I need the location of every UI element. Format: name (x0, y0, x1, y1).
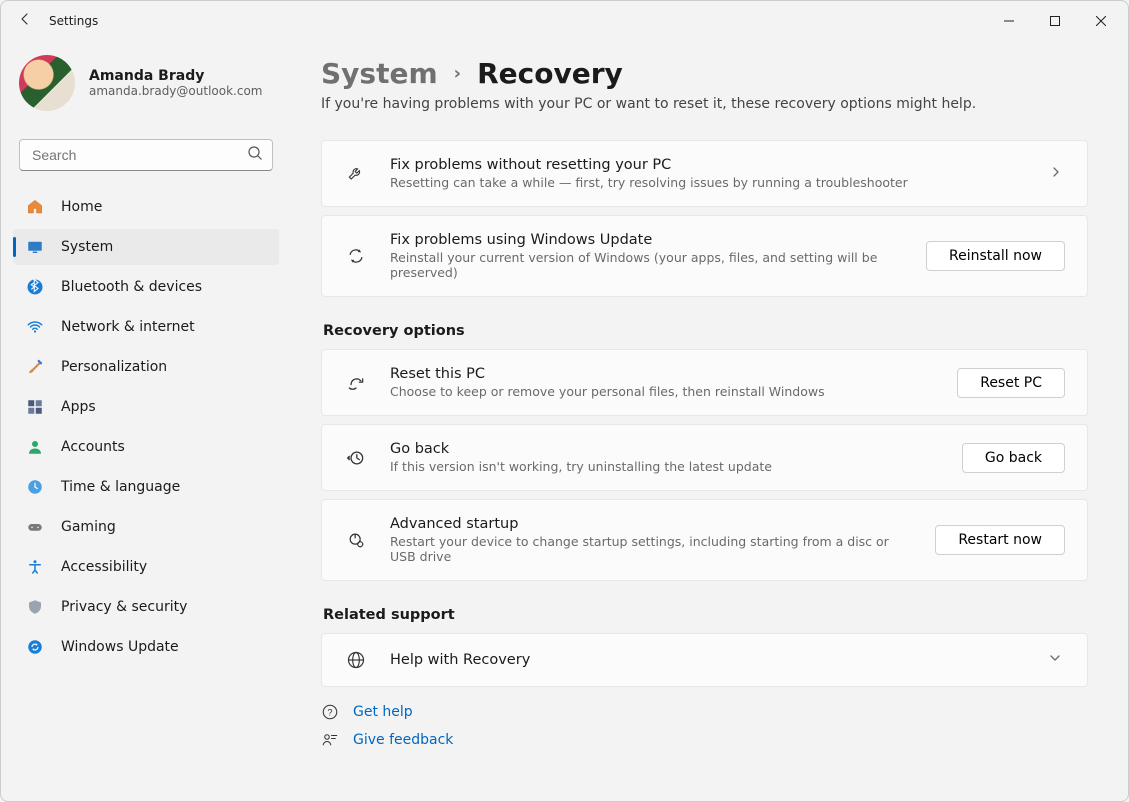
give-feedback-link[interactable]: Give feedback (353, 732, 453, 748)
svg-text:?: ? (327, 707, 332, 717)
card-title: Reset this PC (390, 366, 935, 382)
restart-now-button[interactable]: Restart now (935, 525, 1065, 555)
sidebar-item-label: Apps (61, 399, 96, 415)
sidebar-item-network-internet[interactable]: Network & internet (13, 309, 279, 345)
sidebar-item-label: Accessibility (61, 559, 147, 575)
wrench-icon (344, 164, 368, 184)
card-fix-problems-without-resetting-your-pc[interactable]: Fix problems without resetting your PC Re… (321, 140, 1088, 207)
section-recovery-title: Recovery options (323, 323, 1088, 339)
search-icon (247, 145, 263, 165)
page-subheading: If you're having problems with your PC o… (321, 96, 1088, 112)
sidebar-item-label: Home (61, 199, 102, 215)
nav-list: Home System Bluetooth & devices Network & i… (9, 189, 283, 665)
card-title: Fix problems using Windows Update (390, 232, 904, 248)
profile-email: amanda.brady@outlook.com (89, 84, 262, 98)
system-icon (25, 238, 45, 256)
sidebar-item-windows-update[interactable]: Windows Update (13, 629, 279, 665)
card-subtitle: If this version isn't working, try unins… (390, 459, 940, 474)
breadcrumb-parent[interactable]: System (321, 57, 438, 90)
card-subtitle: Choose to keep or remove your personal f… (390, 384, 935, 399)
window-controls (986, 5, 1124, 37)
profile-block[interactable]: Amanda Brady amanda.brady@outlook.com (9, 51, 283, 125)
close-button[interactable] (1078, 5, 1124, 37)
sidebar-item-system[interactable]: System (13, 229, 279, 265)
sidebar-item-label: Accounts (61, 439, 125, 455)
sidebar-item-personalization[interactable]: Personalization (13, 349, 279, 385)
brush-icon (25, 358, 45, 376)
person-icon (25, 438, 45, 456)
sidebar-item-label: Gaming (61, 519, 116, 535)
sidebar-item-label: Bluetooth & devices (61, 279, 202, 295)
minimize-button[interactable] (986, 5, 1032, 37)
cards-related: Help with Recovery (321, 633, 1088, 687)
sync-icon (344, 246, 368, 266)
window-title: Settings (45, 14, 98, 28)
history-icon (344, 448, 368, 468)
go-back-button[interactable]: Go back (962, 443, 1065, 473)
breadcrumb-current: Recovery (477, 57, 623, 90)
sidebar-item-accounts[interactable]: Accounts (13, 429, 279, 465)
chevron-down-icon (1045, 652, 1065, 668)
apps-icon (25, 398, 45, 416)
section-related-title: Related support (323, 607, 1088, 623)
sidebar-item-accessibility[interactable]: Accessibility (13, 549, 279, 585)
cards-recovery: Reset this PC Choose to keep or remove yo… (321, 349, 1088, 581)
sidebar-item-label: Network & internet (61, 319, 195, 335)
card-go-back: Go back If this version isn't working, tr… (321, 424, 1088, 491)
card-advanced-startup: Advanced startup Restart your device to c… (321, 499, 1088, 581)
bluetooth-icon (25, 278, 45, 296)
card-reset-this-pc: Reset this PC Choose to keep or remove yo… (321, 349, 1088, 416)
card-subtitle: Reinstall your current version of Window… (390, 250, 904, 280)
titlebar: Settings (1, 1, 1128, 41)
card-subtitle: Resetting can take a while — first, try … (390, 175, 1025, 190)
sidebar-item-label: System (61, 239, 113, 255)
chevron-right-icon (1047, 166, 1065, 182)
sidebar-item-bluetooth-devices[interactable]: Bluetooth & devices (13, 269, 279, 305)
wifi-icon (25, 318, 45, 336)
home-icon (25, 198, 45, 216)
feedback-icon (321, 731, 339, 749)
card-help-recovery[interactable]: Help with Recovery (321, 633, 1088, 687)
sidebar-item-home[interactable]: Home (13, 189, 279, 225)
update-icon (25, 638, 45, 656)
back-button[interactable] (5, 11, 45, 31)
shield-icon (25, 598, 45, 616)
clock-icon (25, 478, 45, 496)
accessibility-icon (25, 558, 45, 576)
sidebar-item-label: Time & language (61, 479, 180, 495)
sidebar: Amanda Brady amanda.brady@outlook.com Ho… (1, 41, 291, 801)
reset-pc-button[interactable]: Reset PC (957, 368, 1065, 398)
card-fix-problems-using-windows-update: Fix problems using Windows Update Reinsta… (321, 215, 1088, 297)
sidebar-item-label: Windows Update (61, 639, 179, 655)
search-input[interactable] (19, 139, 273, 171)
reset-icon (344, 373, 368, 393)
gamepad-icon (25, 518, 45, 536)
get-help-link[interactable]: Get help (353, 704, 413, 720)
card-subtitle: Restart your device to change startup se… (390, 534, 913, 564)
card-title: Go back (390, 441, 940, 457)
sidebar-item-apps[interactable]: Apps (13, 389, 279, 425)
link-get-help[interactable]: ? Get help (321, 703, 1088, 721)
reinstall-now-button[interactable]: Reinstall now (926, 241, 1065, 271)
globe-icon (344, 650, 368, 670)
search-box (19, 139, 273, 171)
sidebar-item-time-language[interactable]: Time & language (13, 469, 279, 505)
help-icon: ? (321, 703, 339, 721)
link-give-feedback[interactable]: Give feedback (321, 731, 1088, 749)
sidebar-item-label: Personalization (61, 359, 167, 375)
maximize-button[interactable] (1032, 5, 1078, 37)
profile-name: Amanda Brady (89, 68, 262, 84)
sidebar-item-label: Privacy & security (61, 599, 187, 615)
power-gear-icon (344, 530, 368, 550)
card-help-title: Help with Recovery (390, 652, 1023, 668)
main-panel: System › Recovery If you're having probl… (291, 41, 1128, 801)
avatar (19, 55, 75, 111)
card-title: Fix problems without resetting your PC (390, 157, 1025, 173)
sidebar-item-gaming[interactable]: Gaming (13, 509, 279, 545)
cards-top: Fix problems without resetting your PC Re… (321, 140, 1088, 297)
breadcrumb-separator: › (454, 63, 461, 84)
card-title: Advanced startup (390, 516, 913, 532)
breadcrumb: System › Recovery (321, 57, 1088, 90)
sidebar-item-privacy-security[interactable]: Privacy & security (13, 589, 279, 625)
